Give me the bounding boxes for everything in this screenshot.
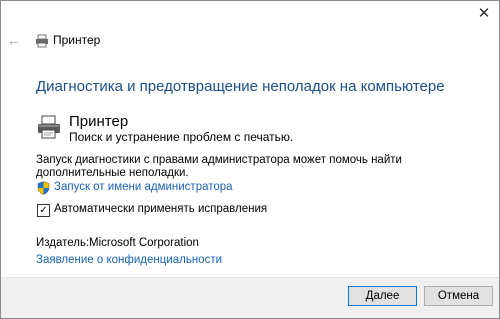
uac-shield-icon xyxy=(37,181,50,195)
tool-name: Принтер xyxy=(69,113,129,130)
next-button[interactable]: Далее xyxy=(348,286,417,306)
troubleshooter-window: ✕ ← Принтер Диагностика и предотвращение… xyxy=(0,0,500,319)
printer-icon xyxy=(38,115,60,139)
auto-fix-checkbox[interactable]: ✓ xyxy=(37,204,50,217)
auto-fix-label[interactable]: Автоматически применять исправления xyxy=(54,203,267,215)
checkmark-icon: ✓ xyxy=(39,204,48,216)
page-heading: Диагностика и предотвращение неполадок н… xyxy=(36,78,445,95)
close-icon: ✕ xyxy=(477,5,491,22)
privacy-statement-link[interactable]: Заявление о конфиденциальности xyxy=(36,254,222,266)
cancel-button[interactable]: Отмена xyxy=(424,286,493,306)
printer-title-icon xyxy=(36,34,48,48)
footer-bar: Далее Отмена xyxy=(1,277,499,318)
close-button[interactable]: ✕ xyxy=(469,1,499,25)
back-arrow-icon: ← xyxy=(7,32,21,48)
publisher-label: Издатель: xyxy=(36,237,90,249)
back-button[interactable]: ← xyxy=(7,29,23,51)
admin-info-text: Запуск диагностики с правами администрат… xyxy=(36,154,402,179)
run-as-admin-link[interactable]: Запуск от имени администратора xyxy=(54,181,233,193)
title-bar: ← Принтер xyxy=(1,29,499,53)
publisher-value: Microsoft Corporation xyxy=(89,237,199,249)
tool-description: Поиск и устранение проблем с печатью. xyxy=(69,130,294,144)
window-title: Принтер xyxy=(53,33,101,47)
